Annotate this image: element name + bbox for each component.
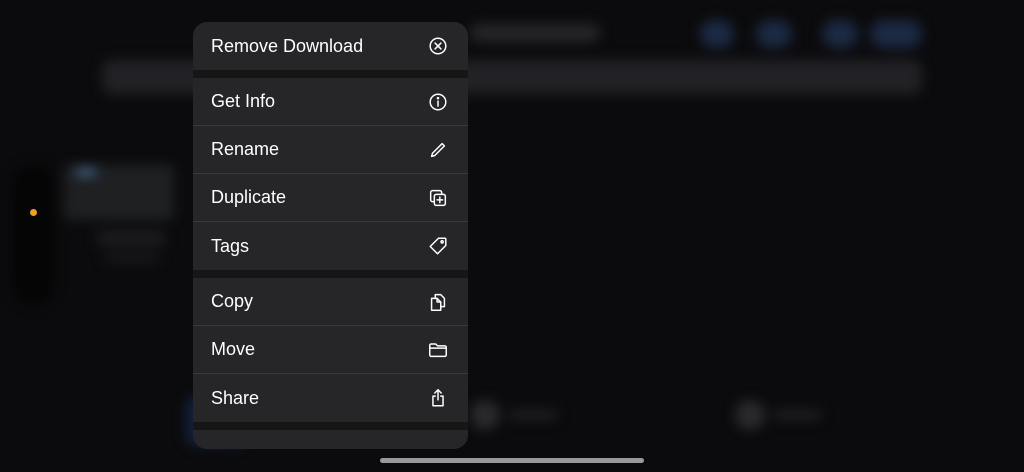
- background-file-meta: [104, 252, 160, 262]
- copy-button[interactable]: Copy: [193, 278, 468, 326]
- background-thumbnail-bar: [76, 170, 96, 174]
- get-info-label: Get Info: [211, 91, 276, 111]
- remove-download-icon: [426, 34, 450, 58]
- rename-label: Rename: [211, 139, 280, 159]
- folder-icon: [426, 338, 450, 362]
- pencil-icon: [426, 138, 450, 162]
- background-app: [0, 0, 1024, 472]
- sidebar-status-dot: [30, 209, 37, 216]
- copy-icon: [426, 290, 450, 314]
- menu-separator: [193, 70, 468, 78]
- background-sidebar: [12, 165, 54, 305]
- tag-icon: [426, 234, 450, 258]
- menu-group-actions: Copy Move Share: [193, 278, 468, 422]
- share-icon: [426, 386, 450, 410]
- move-button[interactable]: Move: [193, 326, 468, 374]
- duplicate-icon: [426, 186, 450, 210]
- duplicate-button[interactable]: Duplicate: [193, 174, 468, 222]
- background-toolbar-button: [756, 20, 792, 48]
- info-icon: [426, 90, 450, 114]
- background-tab-icon: [470, 400, 500, 430]
- menu-group-file: Get Info Rename Duplicate Tags: [193, 78, 468, 270]
- tags-button[interactable]: Tags: [193, 222, 468, 270]
- background-title: [470, 24, 600, 42]
- context-menu: Remove Download Get Info Rename Duplicat…: [193, 22, 468, 449]
- tags-label: Tags: [211, 235, 250, 256]
- background-toolbar-button: [870, 20, 922, 48]
- duplicate-label: Duplicate: [211, 187, 287, 207]
- remove-download-button[interactable]: Remove Download: [193, 22, 468, 70]
- share-label: Share: [211, 387, 260, 408]
- menu-separator: [193, 270, 468, 278]
- share-button[interactable]: Share: [193, 374, 468, 422]
- background-file-name: [96, 232, 166, 244]
- rename-button[interactable]: Rename: [193, 126, 468, 174]
- background-tab-icon: [735, 400, 765, 430]
- get-info-button[interactable]: Get Info: [193, 78, 468, 126]
- menu-group-download: Remove Download: [193, 22, 468, 70]
- copy-label: Copy: [211, 291, 254, 311]
- background-tab-label: [772, 410, 822, 420]
- menu-separator: [193, 422, 468, 430]
- move-label: Move: [211, 339, 256, 359]
- home-indicator[interactable]: [380, 458, 644, 463]
- menu-bottom-padding: [193, 430, 468, 449]
- background-toolbar-button: [822, 20, 858, 48]
- background-tab-label: [508, 410, 558, 420]
- remove-download-label: Remove Download: [211, 35, 364, 56]
- background-toolbar-button: [700, 20, 734, 48]
